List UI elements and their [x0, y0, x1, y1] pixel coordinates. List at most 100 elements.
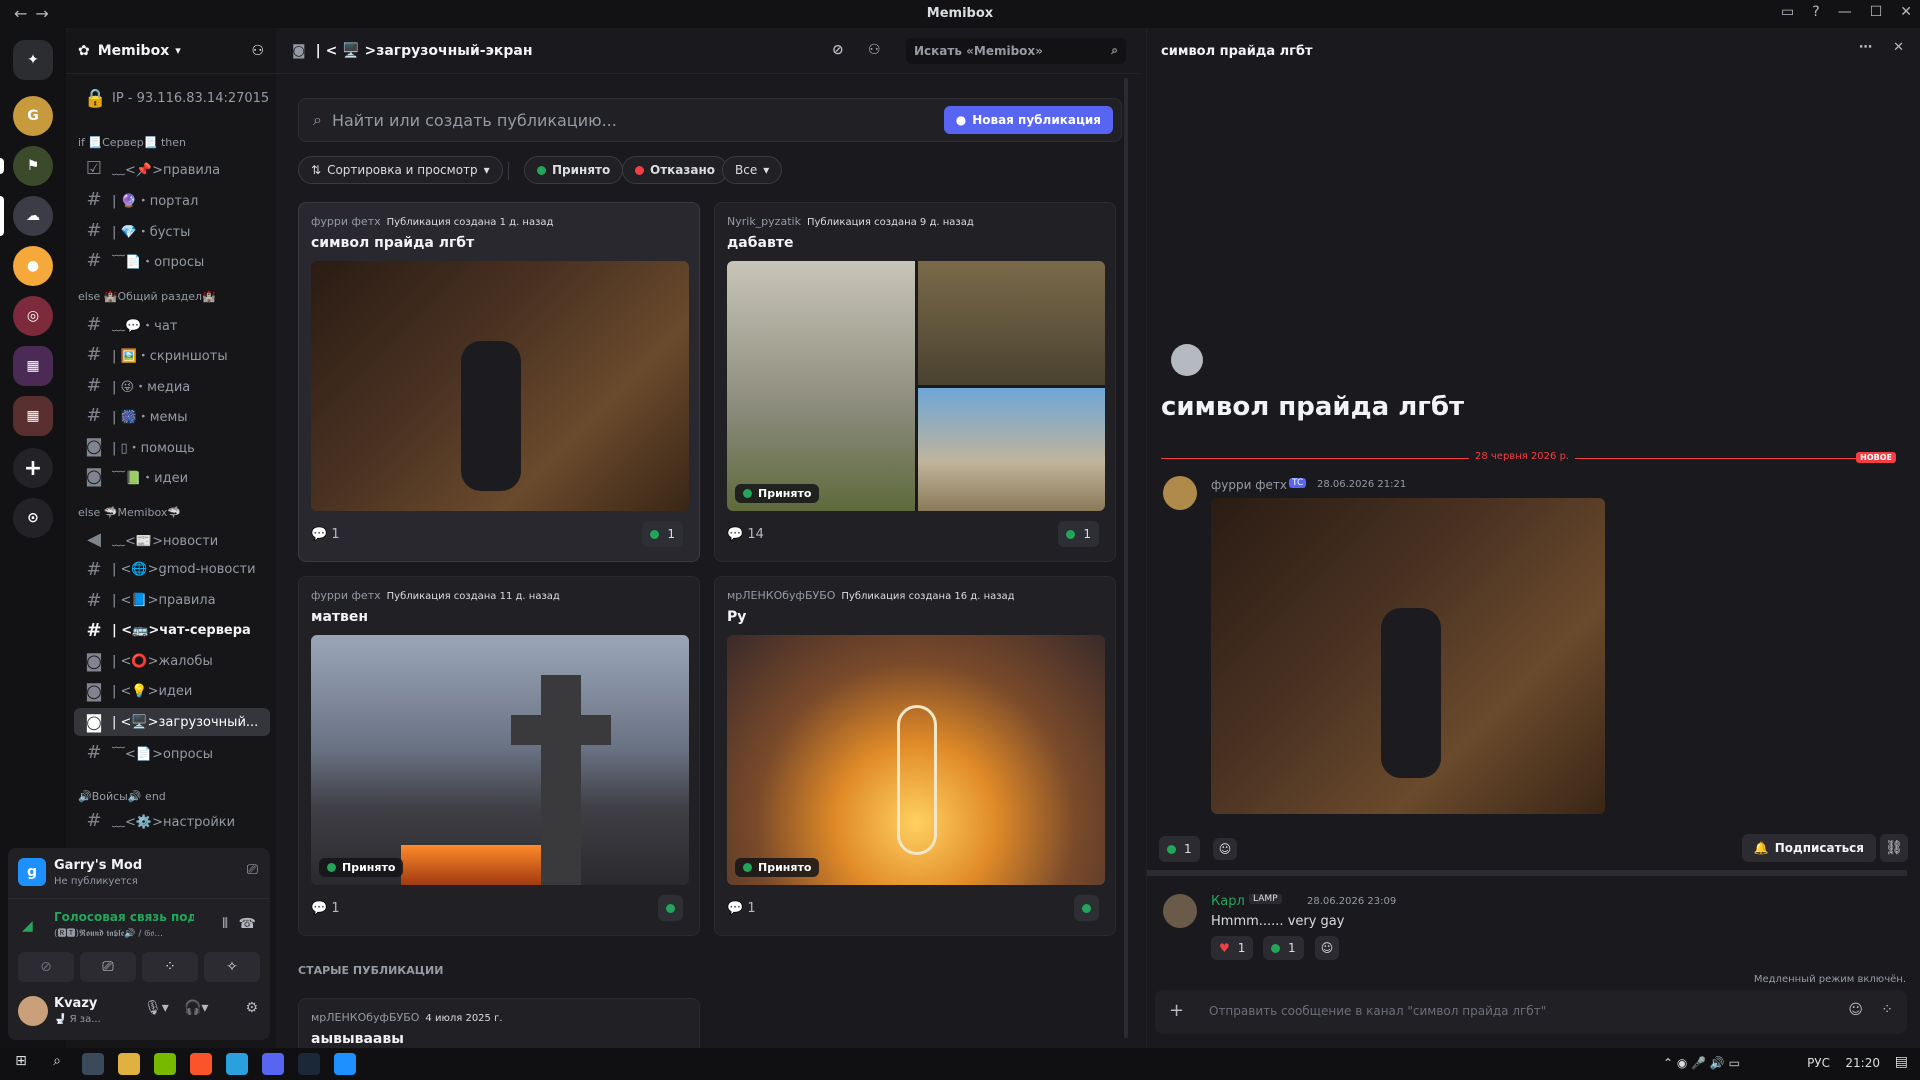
post-card[interactable]: фурри фетх Публикация создана 1 д. назад … — [298, 202, 700, 562]
new-post-button[interactable]: ● Новая публикация — [943, 106, 1113, 134]
screen-button[interactable]: ⎚ — [80, 952, 136, 982]
reply-author[interactable]: Карл — [1211, 894, 1245, 909]
channel-item[interactable]: # ﹋<📄>опросы — [74, 738, 270, 766]
voice-status[interactable]: Голосовая связь подк — [54, 910, 194, 924]
steam-icon[interactable] — [298, 1053, 320, 1075]
camera-button[interactable]: ⊘ — [18, 952, 74, 982]
channel-item[interactable]: ◀ ﹏<📰>новости — [74, 525, 270, 553]
apps-icon[interactable]: ⁘ — [1881, 1002, 1893, 1018]
screen-share-icon[interactable]: ⎚ — [247, 862, 258, 878]
server-icon[interactable]: ⚑ — [13, 146, 53, 186]
channel-ip[interactable]: 🔒 IP - 93.116.83.14:27015 — [74, 84, 270, 112]
channel-item[interactable]: ◙ | <⭕>жалобы — [74, 647, 270, 675]
app-icon[interactable] — [82, 1053, 104, 1075]
post-card[interactable]: Nyrik_pyzatik Публикация создана 9 д. наз… — [714, 202, 1116, 562]
channel-item[interactable]: # | <📘>правила — [74, 586, 270, 614]
add-server-icon[interactable]: + — [13, 448, 53, 488]
discover-icon[interactable]: ⊙ — [13, 498, 53, 538]
category[interactable]: if 📃Сервер📃 then — [78, 136, 186, 149]
channel-item[interactable]: # ﹏💬・чат — [74, 310, 270, 338]
reaction-chip[interactable]: ♥ 1 — [1211, 936, 1254, 960]
sort-dropdown[interactable]: ⇅ Сортировка и просмотр ▾ — [298, 156, 503, 184]
language-indicator[interactable]: РУС — [1807, 1056, 1830, 1070]
server-folder-icon[interactable]: ▦ — [13, 346, 53, 386]
channel-item[interactable]: # | <🌐>gmod-новости — [74, 555, 270, 583]
forum-search-input[interactable]: ⌕ Найти или создать публикацию... ▣ ●Нов… — [298, 98, 1122, 142]
voice-channel[interactable]: (🆁🆃)𝕽𝖔𝖚𝖓𝖉 𝖙𝖆𝖇𝖑𝖊🔊 / 𝔊𝔬... — [54, 926, 194, 939]
channel-item[interactable]: ☑ ﹏<📌>правила — [74, 154, 270, 182]
channel-item[interactable]: # | 🔮・портал — [74, 185, 270, 213]
more-icon[interactable]: ⋯ — [1859, 40, 1872, 55]
link-icon[interactable]: ⛓ — [1880, 834, 1908, 862]
add-reaction-icon[interactable]: ☺ — [1213, 838, 1237, 860]
invite-icon[interactable]: ⚇ — [251, 43, 264, 59]
close-button[interactable]: ✕ — [1900, 4, 1912, 20]
disconnect-icon[interactable]: ☎ — [239, 916, 256, 932]
reaction-chip[interactable] — [658, 895, 683, 921]
clock[interactable]: 21:20 — [1845, 1056, 1880, 1070]
server-header[interactable]: ✿ Memibox ▾ ⚇ — [66, 28, 276, 74]
category[interactable]: 🔊Войсы🔊 end — [78, 790, 166, 803]
channel-item[interactable]: # | 😜・медиа — [74, 371, 270, 399]
post-card[interactable]: мрЛЕНКОбуфБУБО Публикация создана 16 д. н… — [714, 576, 1116, 936]
gmod-icon[interactable] — [334, 1053, 356, 1075]
emoji-icon[interactable]: ☺ — [1848, 1002, 1863, 1018]
channel-item[interactable]: # ﹏<⚙️>настройки — [74, 806, 270, 834]
notifications-icon[interactable]: ▤ — [1895, 1054, 1908, 1070]
help-icon[interactable]: ? — [1812, 4, 1819, 20]
maximize-button[interactable]: ☐ — [1870, 4, 1883, 20]
members-icon[interactable]: ⚇ — [868, 42, 881, 58]
op-image[interactable] — [1211, 498, 1605, 814]
headphones-icon[interactable]: 🎧▾ — [184, 1000, 208, 1016]
mute-icon[interactable]: ⊘ — [832, 42, 844, 58]
brave-icon[interactable] — [190, 1053, 212, 1075]
channel-item[interactable]: # | 🎆・мемы — [74, 401, 270, 429]
discord-icon[interactable] — [262, 1053, 284, 1075]
channel-item[interactable]: # ﹋📄・опросы — [74, 246, 270, 274]
post-card[interactable]: мрЛЕНКОбуфБУБО 4 июля 2025 г. аывываавы — [298, 998, 700, 1048]
activities-button[interactable]: ⁘ — [142, 952, 198, 982]
close-icon[interactable]: ✕ — [1893, 40, 1904, 55]
settings-gear-icon[interactable]: ⚙ — [245, 1000, 258, 1016]
reaction-chip[interactable]: 1 — [1058, 521, 1099, 547]
category[interactable]: else 🦈Memibox🦈 — [78, 506, 181, 519]
reaction-chip[interactable]: 1 — [1159, 836, 1200, 862]
message-composer[interactable]: + Отправить сообщение в канал "символ пр… — [1155, 990, 1907, 1034]
add-attachment-icon[interactable]: + — [1169, 1000, 1184, 1021]
soundboard-button[interactable]: ✧ — [204, 952, 260, 982]
server-icon[interactable]: G — [13, 96, 53, 136]
server-icon[interactable]: ● — [13, 246, 53, 286]
reaction-chip[interactable]: 1 — [642, 521, 683, 547]
channel-item-active[interactable]: ◙ | <🖥️>загрузочный... — [74, 708, 270, 736]
search-input[interactable]: Искать «Memibox» ⌕ — [906, 38, 1126, 64]
channel-item[interactable]: # | <🚌>чат-сервера — [74, 616, 270, 644]
mic-icon[interactable]: 🎙▾ — [144, 1000, 169, 1016]
server-icon[interactable]: ◎ — [13, 296, 53, 336]
inbox-icon[interactable]: ▭ — [1781, 4, 1794, 20]
server-folder-icon[interactable]: ▦ — [13, 396, 53, 436]
channel-item[interactable]: ◙ | ▯・помощь — [74, 432, 270, 460]
search-icon[interactable]: ⌕ — [46, 1053, 68, 1075]
post-card[interactable]: фурри фетх Публикация создана 11 д. назад… — [298, 576, 700, 936]
add-reaction-icon[interactable]: ☺ — [1315, 936, 1339, 960]
reaction-chip[interactable]: 1 — [1263, 936, 1304, 960]
tag-accepted[interactable]: Принято — [524, 156, 624, 184]
tray-icons[interactable]: ⌃ ◉ 🎤 🔊 ▭ — [1663, 1056, 1740, 1070]
scrollbar[interactable] — [1124, 78, 1128, 1038]
file-explorer-icon[interactable] — [118, 1053, 140, 1075]
subscribe-button[interactable]: 🔔 Подписаться — [1741, 834, 1876, 862]
avatar[interactable] — [1163, 476, 1197, 510]
category[interactable]: else 🏰Общий раздел🏰 — [78, 290, 216, 303]
channel-item[interactable]: # | 🖼️・скриншоты — [74, 340, 270, 368]
minimize-button[interactable]: — — [1838, 4, 1852, 20]
op-author[interactable]: фурри фетх — [1211, 478, 1287, 492]
telegram-icon[interactable] — [226, 1053, 248, 1075]
windows-start-icon[interactable]: ⊞ — [10, 1053, 32, 1075]
avatar[interactable] — [18, 996, 48, 1026]
server-icon[interactable]: ☁ — [13, 196, 53, 236]
channel-item[interactable]: # | 💎・бусты — [74, 216, 270, 244]
channel-item[interactable]: ◙ | <💡>идеи — [74, 677, 270, 705]
discord-home-icon[interactable]: ✦ — [13, 40, 53, 80]
avatar[interactable] — [1163, 894, 1197, 928]
tag-all-dropdown[interactable]: Все ▾ — [722, 156, 783, 184]
